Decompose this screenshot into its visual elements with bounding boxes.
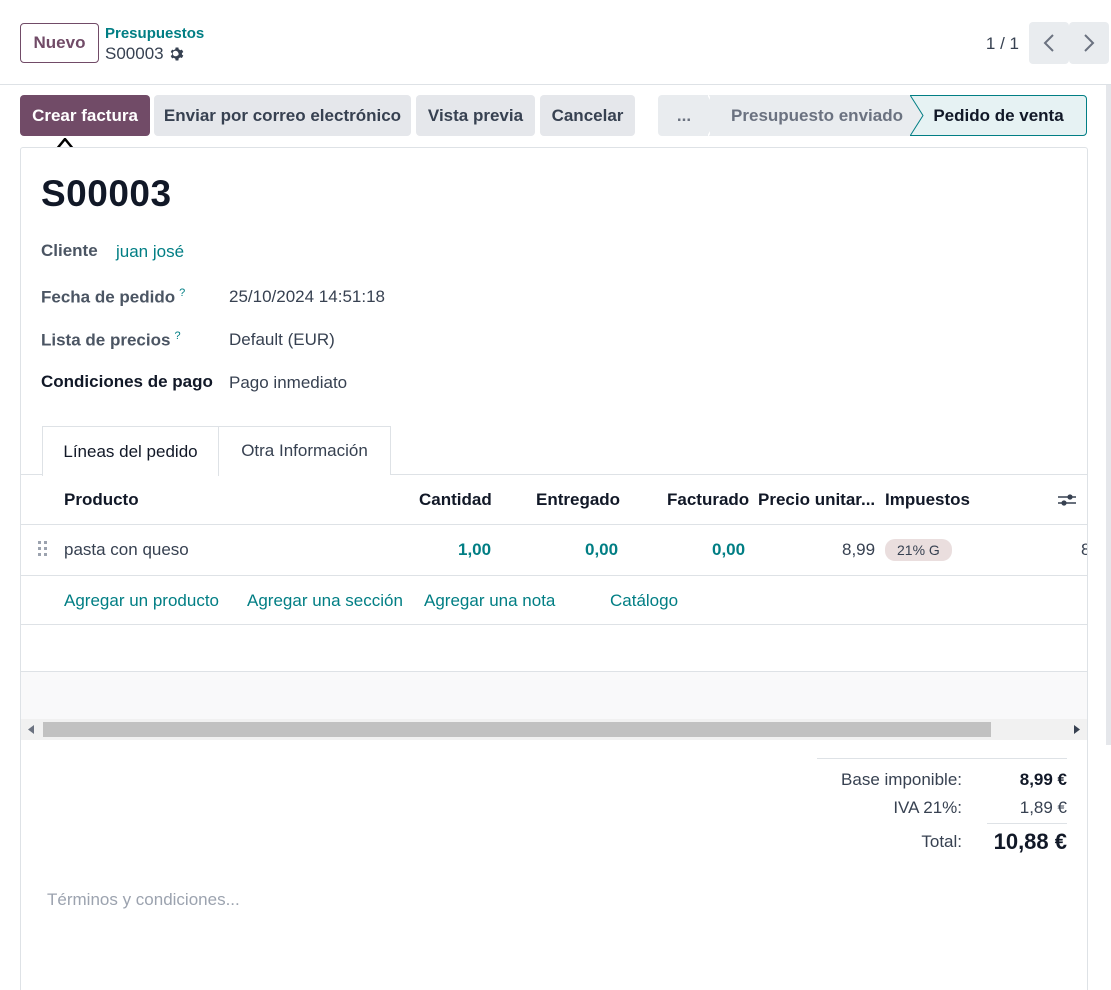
breadcrumb-current: S00003 <box>105 44 204 64</box>
add-note-link[interactable]: Agregar una nota <box>424 591 555 611</box>
terms-and-conditions-field[interactable]: Términos y condiciones... <box>47 890 240 910</box>
row-quantity[interactable]: 1,00 <box>458 540 491 560</box>
control-panel: Nuevo Presupuestos S00003 1 / 1 <box>0 0 1111 85</box>
record-name: S00003 <box>41 173 172 214</box>
column-invoiced[interactable]: Facturado <box>667 490 749 510</box>
chevron-right-icon <box>1084 34 1095 52</box>
pricelist-field[interactable]: Default (EUR) <box>229 330 335 350</box>
empty-row <box>21 672 1087 719</box>
column-product[interactable]: Producto <box>64 490 139 510</box>
column-quantity[interactable]: Cantidad <box>419 490 492 510</box>
total-value: 10,88 € <box>993 829 1067 854</box>
column-taxes[interactable]: Impuestos <box>885 490 970 510</box>
order-date-label-text: Fecha de pedido <box>41 287 176 307</box>
iva-value: 1,89 € <box>1019 798 1067 817</box>
notebook-tabs: Líneas del pedido Otra Información <box>21 426 1087 476</box>
tab-order-lines[interactable]: Líneas del pedido <box>42 426 219 476</box>
scrollbar-thumb[interactable] <box>43 722 991 737</box>
table-header: Producto Cantidad Entregado Facturado Pr… <box>21 475 1087 525</box>
help-tooltip-icon[interactable]: ? <box>174 330 180 342</box>
total-divider <box>987 823 1067 824</box>
column-unit-price[interactable]: Precio unitar... <box>758 490 875 510</box>
base-label: Base imponible: <box>841 770 962 789</box>
breadcrumb-parent-link[interactable]: Presupuestos <box>105 25 204 42</box>
column-delivered[interactable]: Entregado <box>536 490 620 510</box>
horizontal-scrollbar[interactable] <box>21 719 1087 740</box>
order-date-field[interactable]: 25/10/2024 14:51:18 <box>229 287 385 307</box>
payment-terms-label: Condiciones de pago <box>41 372 213 391</box>
row-delivered[interactable]: 0,00 <box>585 540 618 560</box>
payment-terms-field[interactable]: Pago inmediato <box>229 373 347 393</box>
table-row[interactable]: pasta con queso 1,00 0,00 0,00 8,99 21% … <box>21 525 1087 576</box>
empty-row <box>21 625 1087 672</box>
gear-icon[interactable] <box>169 46 185 62</box>
catalog-link[interactable]: Catálogo <box>610 591 678 611</box>
row-subtotal-partial: 8 <box>1081 540 1087 560</box>
row-product[interactable]: pasta con queso <box>64 540 189 560</box>
add-section-link[interactable]: Agregar una sección <box>247 591 403 611</box>
preview-button[interactable]: Vista previa <box>416 95 535 136</box>
total-label: Total: <box>921 832 962 851</box>
optional-columns-icon[interactable] <box>1057 491 1077 509</box>
customer-label: Cliente <box>41 241 98 260</box>
help-tooltip-icon[interactable]: ? <box>179 287 185 299</box>
tax-badge[interactable]: 21% G <box>885 539 952 561</box>
pricelist-label-text: Lista de precios <box>41 330 171 350</box>
totals-total-row: Total: 10,88 € <box>817 829 1067 859</box>
totals-iva-row: IVA 21%: 1,89 € <box>817 798 1067 824</box>
scroll-left-icon[interactable] <box>28 725 34 734</box>
totals-base-row: Base imponible: 8,99 € <box>817 770 1067 796</box>
add-product-link[interactable]: Agregar un producto <box>64 591 219 611</box>
breadcrumb: Presupuestos S00003 <box>105 25 204 64</box>
order-date-label: Fecha de pedido? <box>41 287 185 308</box>
pricelist-label: Lista de precios? <box>41 330 181 351</box>
add-line-links: Agregar un producto Agregar una sección … <box>21 576 1087 625</box>
status-sales-order[interactable]: Pedido de venta <box>910 95 1087 136</box>
iva-label: IVA 21%: <box>893 798 962 817</box>
row-unit-price[interactable]: 8,99 <box>842 540 875 560</box>
totals-divider <box>817 758 1067 759</box>
drag-handle-icon[interactable] <box>37 540 49 558</box>
customer-field[interactable]: juan josé <box>116 242 184 262</box>
status-more-button[interactable]: ... <box>658 95 710 136</box>
send-email-button[interactable]: Enviar por correo electrónico <box>154 95 411 136</box>
new-button[interactable]: Nuevo <box>20 23 99 63</box>
tab-other-info[interactable]: Otra Información <box>218 426 391 475</box>
breadcrumb-current-label: S00003 <box>105 44 164 63</box>
row-invoiced[interactable]: 0,00 <box>712 540 745 560</box>
pager-value[interactable]: 1 / 1 <box>986 34 1019 54</box>
create-invoice-button[interactable]: Crear factura <box>20 95 150 136</box>
status-separator <box>910 95 924 136</box>
page-scrollbar[interactable] <box>1106 85 1111 745</box>
pager-next-button[interactable] <box>1069 22 1109 64</box>
pager-previous-button[interactable] <box>1029 22 1069 64</box>
chevron-left-icon <box>1043 34 1054 52</box>
scroll-right-icon[interactable] <box>1074 725 1080 734</box>
base-value: 8,99 € <box>1019 770 1067 789</box>
status-bar: ... Presupuesto enviado Pedido de venta <box>658 95 1087 136</box>
form-sheet: S00003 Cliente juan josé Fecha de pedido… <box>20 147 1088 990</box>
status-quotation-sent[interactable]: Presupuesto enviado <box>710 95 910 136</box>
cancel-button[interactable]: Cancelar <box>540 95 635 136</box>
